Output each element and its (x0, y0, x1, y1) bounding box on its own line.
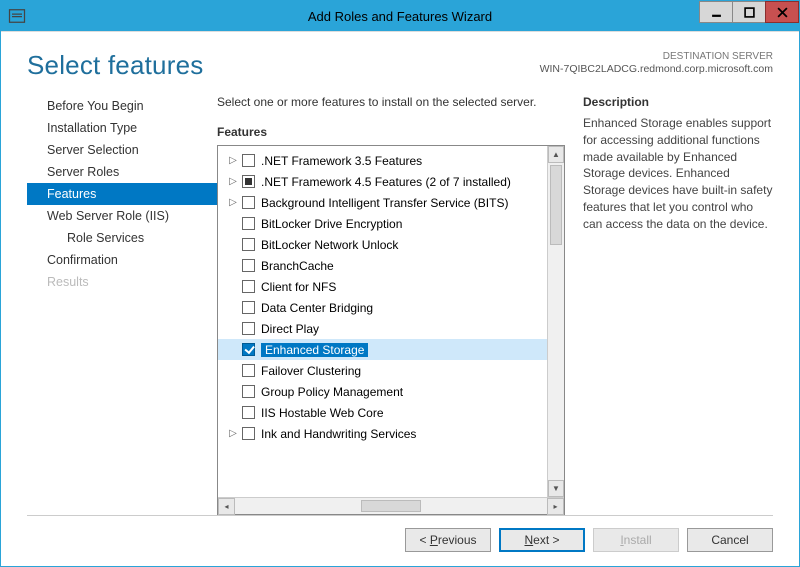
scroll-right-button[interactable]: ▸ (547, 498, 564, 515)
feature-checkbox[interactable] (242, 364, 255, 377)
close-button[interactable] (765, 1, 799, 23)
scroll-thumb[interactable] (550, 165, 562, 245)
wizard-step[interactable]: Features (27, 183, 217, 205)
features-listbox[interactable]: ▷ .NET Framework 3.5 Features ▷ .NET Framew… (217, 145, 565, 515)
feature-label: Failover Clustering (261, 364, 361, 378)
description-text: Enhanced Storage enables support for acc… (583, 115, 773, 233)
wizard-step[interactable]: Role Services (27, 227, 217, 249)
feature-checkbox[interactable] (242, 196, 255, 209)
cancel-button[interactable]: Cancel (687, 528, 773, 552)
feature-item[interactable]: Client for NFS (218, 276, 547, 297)
footer-buttons: < Previous Next > Install Cancel (27, 515, 773, 552)
scroll-up-button[interactable]: ▲ (548, 146, 564, 163)
destination-label: DESTINATION SERVER (540, 50, 773, 63)
feature-label: Direct Play (261, 322, 319, 336)
hscroll-thumb[interactable] (361, 500, 421, 512)
next-button[interactable]: Next > (499, 528, 585, 552)
install-button[interactable]: Install (593, 528, 679, 552)
feature-item[interactable]: ▷ .NET Framework 3.5 Features (218, 150, 547, 171)
expand-icon[interactable]: ▷ (228, 428, 238, 439)
feature-label: Ink and Handwriting Services (261, 427, 416, 441)
app-icon (7, 6, 27, 26)
feature-checkbox[interactable] (242, 238, 255, 251)
wizard-step[interactable]: Server Roles (27, 161, 217, 183)
feature-label: Background Intelligent Transfer Service … (261, 196, 508, 210)
window-title: Add Roles and Features Wizard (1, 9, 799, 24)
feature-label: BitLocker Drive Encryption (261, 217, 402, 231)
feature-label: IIS Hostable Web Core (261, 406, 384, 420)
feature-label: BranchCache (261, 259, 334, 273)
feature-label: Group Policy Management (261, 385, 403, 399)
feature-checkbox[interactable] (242, 343, 255, 356)
wizard-step[interactable]: Web Server Role (IIS) (27, 205, 217, 227)
wizard-window: Add Roles and Features Wizard Select fea… (0, 0, 800, 567)
feature-item[interactable]: ▷ Background Intelligent Transfer Service… (218, 192, 547, 213)
feature-item[interactable]: Group Policy Management (218, 381, 547, 402)
scroll-down-button[interactable]: ▼ (548, 480, 564, 497)
features-column: Select one or more features to install o… (217, 95, 565, 515)
feature-item[interactable]: ▷ Ink and Handwriting Services (218, 423, 547, 444)
scroll-left-button[interactable]: ◂ (218, 498, 235, 515)
feature-checkbox[interactable] (242, 280, 255, 293)
wizard-step[interactable]: Confirmation (27, 249, 217, 271)
wizard-step[interactable]: Installation Type (27, 117, 217, 139)
description-column: Description Enhanced Storage enables sup… (583, 95, 773, 515)
feature-item[interactable]: Direct Play (218, 318, 547, 339)
page-title: Select features (27, 50, 203, 81)
wizard-step[interactable]: Before You Begin (27, 95, 217, 117)
minimize-button[interactable] (699, 1, 733, 23)
feature-checkbox[interactable] (242, 217, 255, 230)
wizard-step[interactable]: Server Selection (27, 139, 217, 161)
maximize-button[interactable] (732, 1, 766, 23)
instruction-text: Select one or more features to install o… (217, 95, 565, 109)
feature-label: Client for NFS (261, 280, 336, 294)
feature-item[interactable]: ▷ .NET Framework 4.5 Features (2 of 7 ins… (218, 171, 547, 192)
titlebar[interactable]: Add Roles and Features Wizard (1, 1, 799, 31)
description-label: Description (583, 95, 773, 109)
feature-label: BitLocker Network Unlock (261, 238, 398, 252)
feature-checkbox[interactable] (242, 385, 255, 398)
feature-checkbox[interactable] (242, 406, 255, 419)
feature-label: .NET Framework 3.5 Features (261, 154, 422, 168)
feature-checkbox[interactable] (242, 427, 255, 440)
feature-checkbox[interactable] (242, 322, 255, 335)
wizard-steps: Before You BeginInstallation TypeServer … (27, 95, 217, 515)
feature-item[interactable]: BranchCache (218, 255, 547, 276)
destination-server: DESTINATION SERVER WIN-7QIBC2LADCG.redmo… (540, 50, 773, 77)
expand-icon[interactable]: ▷ (228, 155, 238, 166)
destination-value: WIN-7QIBC2LADCG.redmond.corp.microsoft.c… (540, 63, 773, 77)
vertical-scrollbar[interactable]: ▲ ▼ (547, 146, 564, 497)
feature-label: Enhanced Storage (261, 343, 368, 357)
expand-icon[interactable]: ▷ (228, 176, 238, 187)
feature-label: Data Center Bridging (261, 301, 373, 315)
feature-label: .NET Framework 4.5 Features (2 of 7 inst… (261, 175, 511, 189)
features-label: Features (217, 125, 565, 139)
feature-checkbox[interactable] (242, 301, 255, 314)
feature-checkbox[interactable] (242, 175, 255, 188)
wizard-step: Results (27, 271, 217, 293)
feature-item[interactable]: BitLocker Network Unlock (218, 234, 547, 255)
feature-checkbox[interactable] (242, 154, 255, 167)
feature-item[interactable]: Enhanced Storage (218, 339, 547, 360)
feature-item[interactable]: Failover Clustering (218, 360, 547, 381)
expand-icon[interactable]: ▷ (228, 197, 238, 208)
feature-item[interactable]: IIS Hostable Web Core (218, 402, 547, 423)
feature-item[interactable]: Data Center Bridging (218, 297, 547, 318)
feature-checkbox[interactable] (242, 259, 255, 272)
feature-item[interactable]: BitLocker Drive Encryption (218, 213, 547, 234)
previous-button[interactable]: < Previous (405, 528, 491, 552)
horizontal-scrollbar[interactable]: ◂ ▸ (218, 497, 564, 514)
